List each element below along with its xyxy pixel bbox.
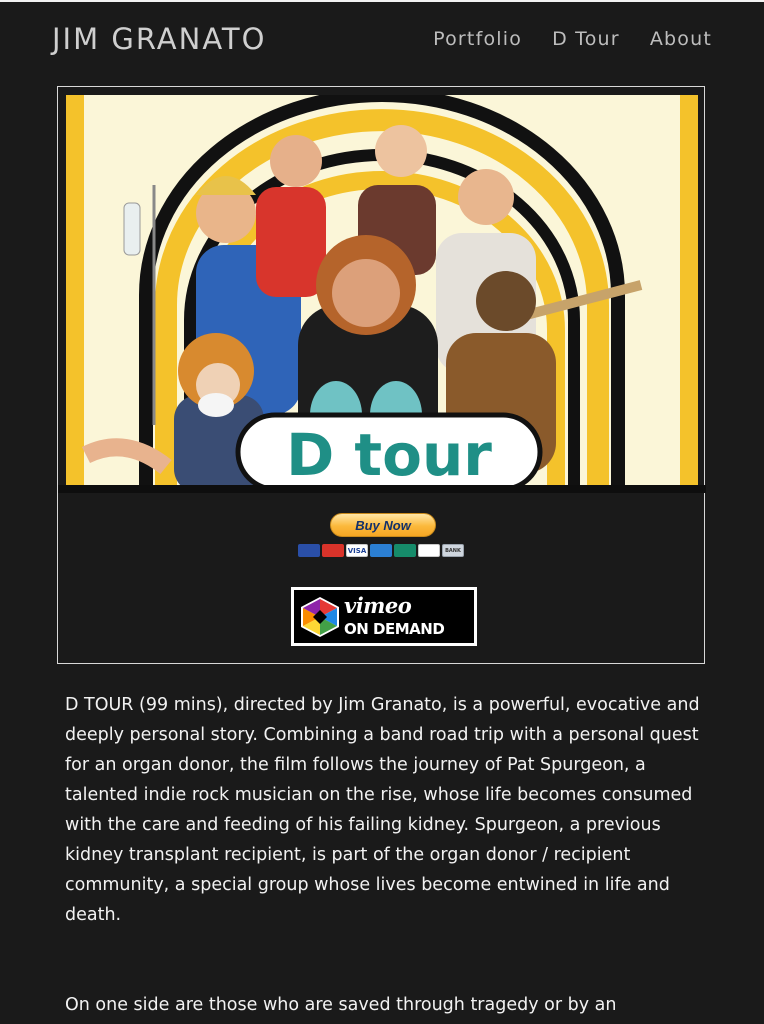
maestro-card-icon: [298, 544, 320, 557]
vimeo-on-demand-button[interactable]: vimeo ON DEMAND: [291, 587, 477, 646]
site-title[interactable]: JIM GRANATO: [52, 22, 266, 56]
d-tour-poster: D tour: [66, 95, 698, 493]
bank-card-icon: BANK: [442, 544, 464, 557]
vimeo-wordmark: vimeo: [344, 593, 412, 618]
mastercard-card-icon: [322, 544, 344, 557]
film-description-continued: On one side are those who are saved thro…: [65, 995, 617, 1015]
film-description: D TOUR (99 mins), directed by Jim Granat…: [65, 695, 700, 925]
page: JIM GRANATO Portfolio D Tour About D tou…: [0, 0, 764, 1024]
payment-cards: VISA BANK: [298, 544, 464, 557]
vimeo-hexagon-icon: [301, 597, 339, 637]
nav-portfolio[interactable]: Portfolio: [433, 28, 522, 50]
amex-card-icon: [370, 544, 392, 557]
visa-card-icon: VISA: [346, 544, 368, 557]
discover-card-icon: [418, 544, 440, 557]
unionpay-card-icon: [394, 544, 416, 557]
paypal-buy-now-button[interactable]: Buy Now: [330, 513, 436, 537]
main-nav: Portfolio D Tour About: [433, 28, 712, 50]
feature-box: D tour Buy Now VISA BANK vimeo ON DEMAND: [57, 86, 706, 664]
nav-about[interactable]: About: [650, 28, 712, 50]
poster-bottom-strip: [58, 485, 706, 493]
poster-title: D tour: [286, 421, 492, 489]
vimeo-on-demand-label: ON DEMAND: [344, 620, 445, 638]
nav-d-tour[interactable]: D Tour: [552, 28, 620, 50]
poster-illustration: D tour: [66, 95, 698, 493]
top-border: [0, 0, 764, 2]
